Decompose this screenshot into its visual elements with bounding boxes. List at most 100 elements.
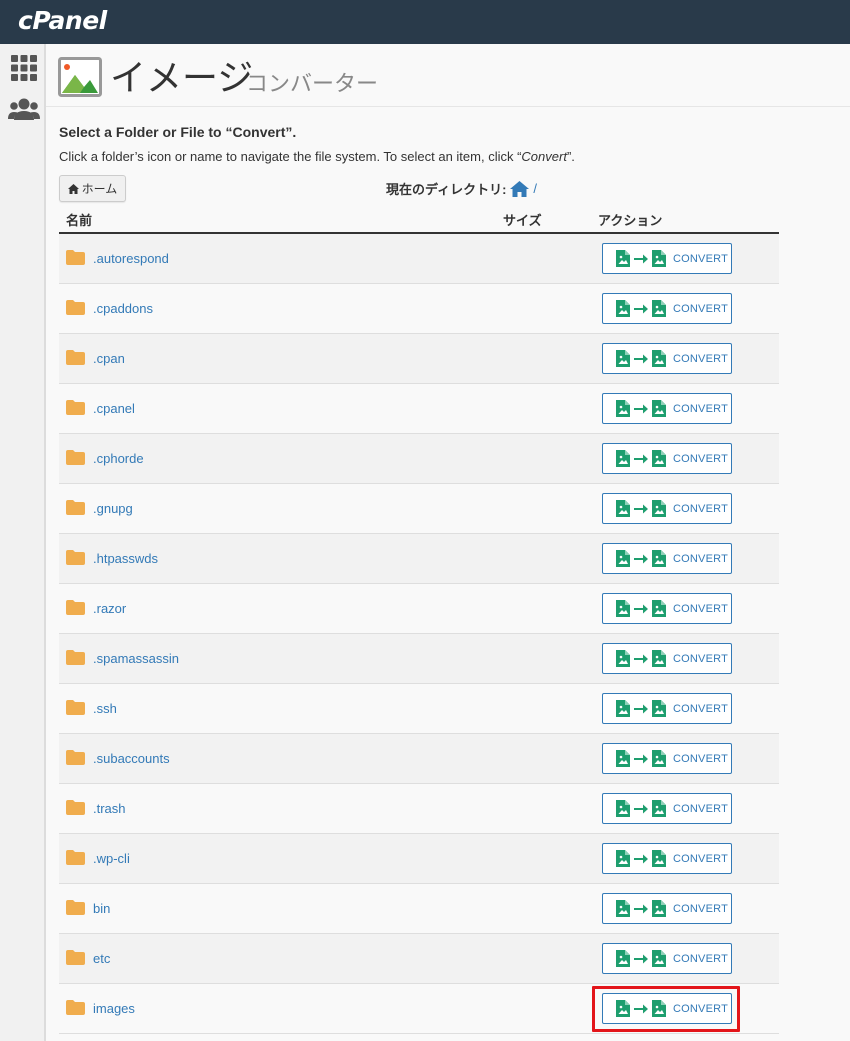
image-file-icon [652,300,666,317]
image-file-icon [616,600,630,617]
folder-icon[interactable] [66,1000,85,1015]
convert-button[interactable]: CONVERT [602,593,732,624]
folder-name-link[interactable]: .gnupg [93,501,133,516]
image-file-icon [616,500,630,517]
folder-name-link[interactable]: .cpanel [93,401,135,416]
table-row: .gnupg CONVERT [59,484,779,534]
convert-button[interactable]: CONVERT [602,693,732,724]
column-name: 名前 [66,213,93,228]
table-header: 名前 サイズ アクション [59,202,779,234]
home-button-label: ホーム [81,182,118,196]
folder-icon[interactable] [66,350,85,365]
folder-icon[interactable] [66,250,85,265]
convert-button[interactable]: CONVERT [602,243,732,274]
folder-icon[interactable] [66,500,85,515]
convert-button[interactable]: CONVERT [602,793,732,824]
grid-icon[interactable] [10,54,38,82]
convert-button-label: CONVERT [673,952,728,965]
folder-name-link[interactable]: .cpan [93,351,125,366]
folder-icon[interactable] [66,400,85,415]
arrow-right-icon [634,754,648,763]
image-file-icon [616,700,630,717]
image-file-icon [616,750,630,767]
folder-name-link[interactable]: .spamassassin [93,651,179,666]
folder-name-link[interactable]: .autorespond [93,251,169,266]
home-icon[interactable] [510,180,530,197]
page-title: イメージ [110,57,254,98]
folder-name-link[interactable]: .subaccounts [93,751,170,766]
home-button[interactable]: ホーム [59,175,126,202]
folder-icon[interactable] [66,900,85,915]
arrow-right-icon [634,704,648,713]
convert-button[interactable]: CONVERT [602,893,732,924]
table-row: .cpanel CONVERT [59,384,779,434]
image-file-icon [652,600,666,617]
folder-icon[interactable] [66,300,85,315]
folder-name-link[interactable]: .razor [93,601,126,616]
convert-button[interactable]: CONVERT [602,493,732,524]
folder-icon[interactable] [66,650,85,665]
folder-icon[interactable] [66,750,85,765]
current-directory-path[interactable]: / [533,181,537,196]
convert-button-label: CONVERT [673,552,728,565]
convert-button-label: CONVERT [673,752,728,765]
instructions-title: Select a Folder or File to “Convert”. [59,124,297,140]
convert-button[interactable]: CONVERT [602,543,732,574]
image-file-icon [652,400,666,417]
folder-name-link[interactable]: images [93,1001,135,1016]
table-body: .autorespond CONVERT .cpaddons CONVERT .cpan… [59,234,779,1034]
folder-icon[interactable] [66,450,85,465]
convert-button-label: CONVERT [673,252,728,265]
image-file-icon [652,850,666,867]
arrow-right-icon [634,604,648,613]
image-file-icon [652,800,666,817]
convert-button[interactable]: CONVERT [602,943,732,974]
current-directory-label: 現在のディレクトリ: [386,182,507,197]
current-directory: 現在のディレクトリ: / [386,179,537,198]
folder-name-link[interactable]: etc [93,951,110,966]
folder-icon[interactable] [66,550,85,565]
users-icon[interactable] [8,96,40,124]
folder-icon[interactable] [66,800,85,815]
top-bar: cPanel [0,0,850,44]
image-file-icon [616,350,630,367]
convert-button[interactable]: CONVERT [602,343,732,374]
table-row: .subaccounts CONVERT [59,734,779,784]
convert-button-label: CONVERT [673,852,728,865]
table-row: .cpan CONVERT [59,334,779,384]
folder-name-link[interactable]: .cphorde [93,451,144,466]
folder-icon[interactable] [66,700,85,715]
convert-button[interactable]: CONVERT [602,643,732,674]
image-file-icon [652,900,666,917]
cpanel-logo[interactable]: cPanel [18,7,107,35]
column-size: サイズ [503,213,542,228]
folder-icon[interactable] [66,950,85,965]
convert-button[interactable]: CONVERT [602,843,732,874]
folder-name-link[interactable]: bin [93,901,110,916]
image-icon [58,57,102,97]
table-row: .trash CONVERT [59,784,779,834]
folder-name-link[interactable]: .ssh [93,701,117,716]
image-file-icon [616,850,630,867]
arrow-right-icon [634,454,648,463]
folder-name-link[interactable]: .trash [93,801,126,816]
image-file-icon [652,750,666,767]
convert-button[interactable]: CONVERT [602,393,732,424]
table-row: .razor CONVERT [59,584,779,634]
convert-button[interactable]: CONVERT [602,743,732,774]
highlight-box [592,986,740,1032]
page-header: イメージ コンバーター [46,44,850,107]
image-file-icon [616,250,630,267]
folder-name-link[interactable]: .cpaddons [93,301,153,316]
folder-name-link[interactable]: .htpasswds [93,551,158,566]
image-file-icon [616,950,630,967]
image-file-icon [652,700,666,717]
folder-icon[interactable] [66,850,85,865]
folder-icon[interactable] [66,600,85,615]
convert-button[interactable]: CONVERT [602,443,732,474]
arrow-right-icon [634,954,648,963]
convert-button[interactable]: CONVERT [602,293,732,324]
convert-button-label: CONVERT [673,702,728,715]
convert-button-label: CONVERT [673,902,728,915]
folder-name-link[interactable]: .wp-cli [93,851,130,866]
